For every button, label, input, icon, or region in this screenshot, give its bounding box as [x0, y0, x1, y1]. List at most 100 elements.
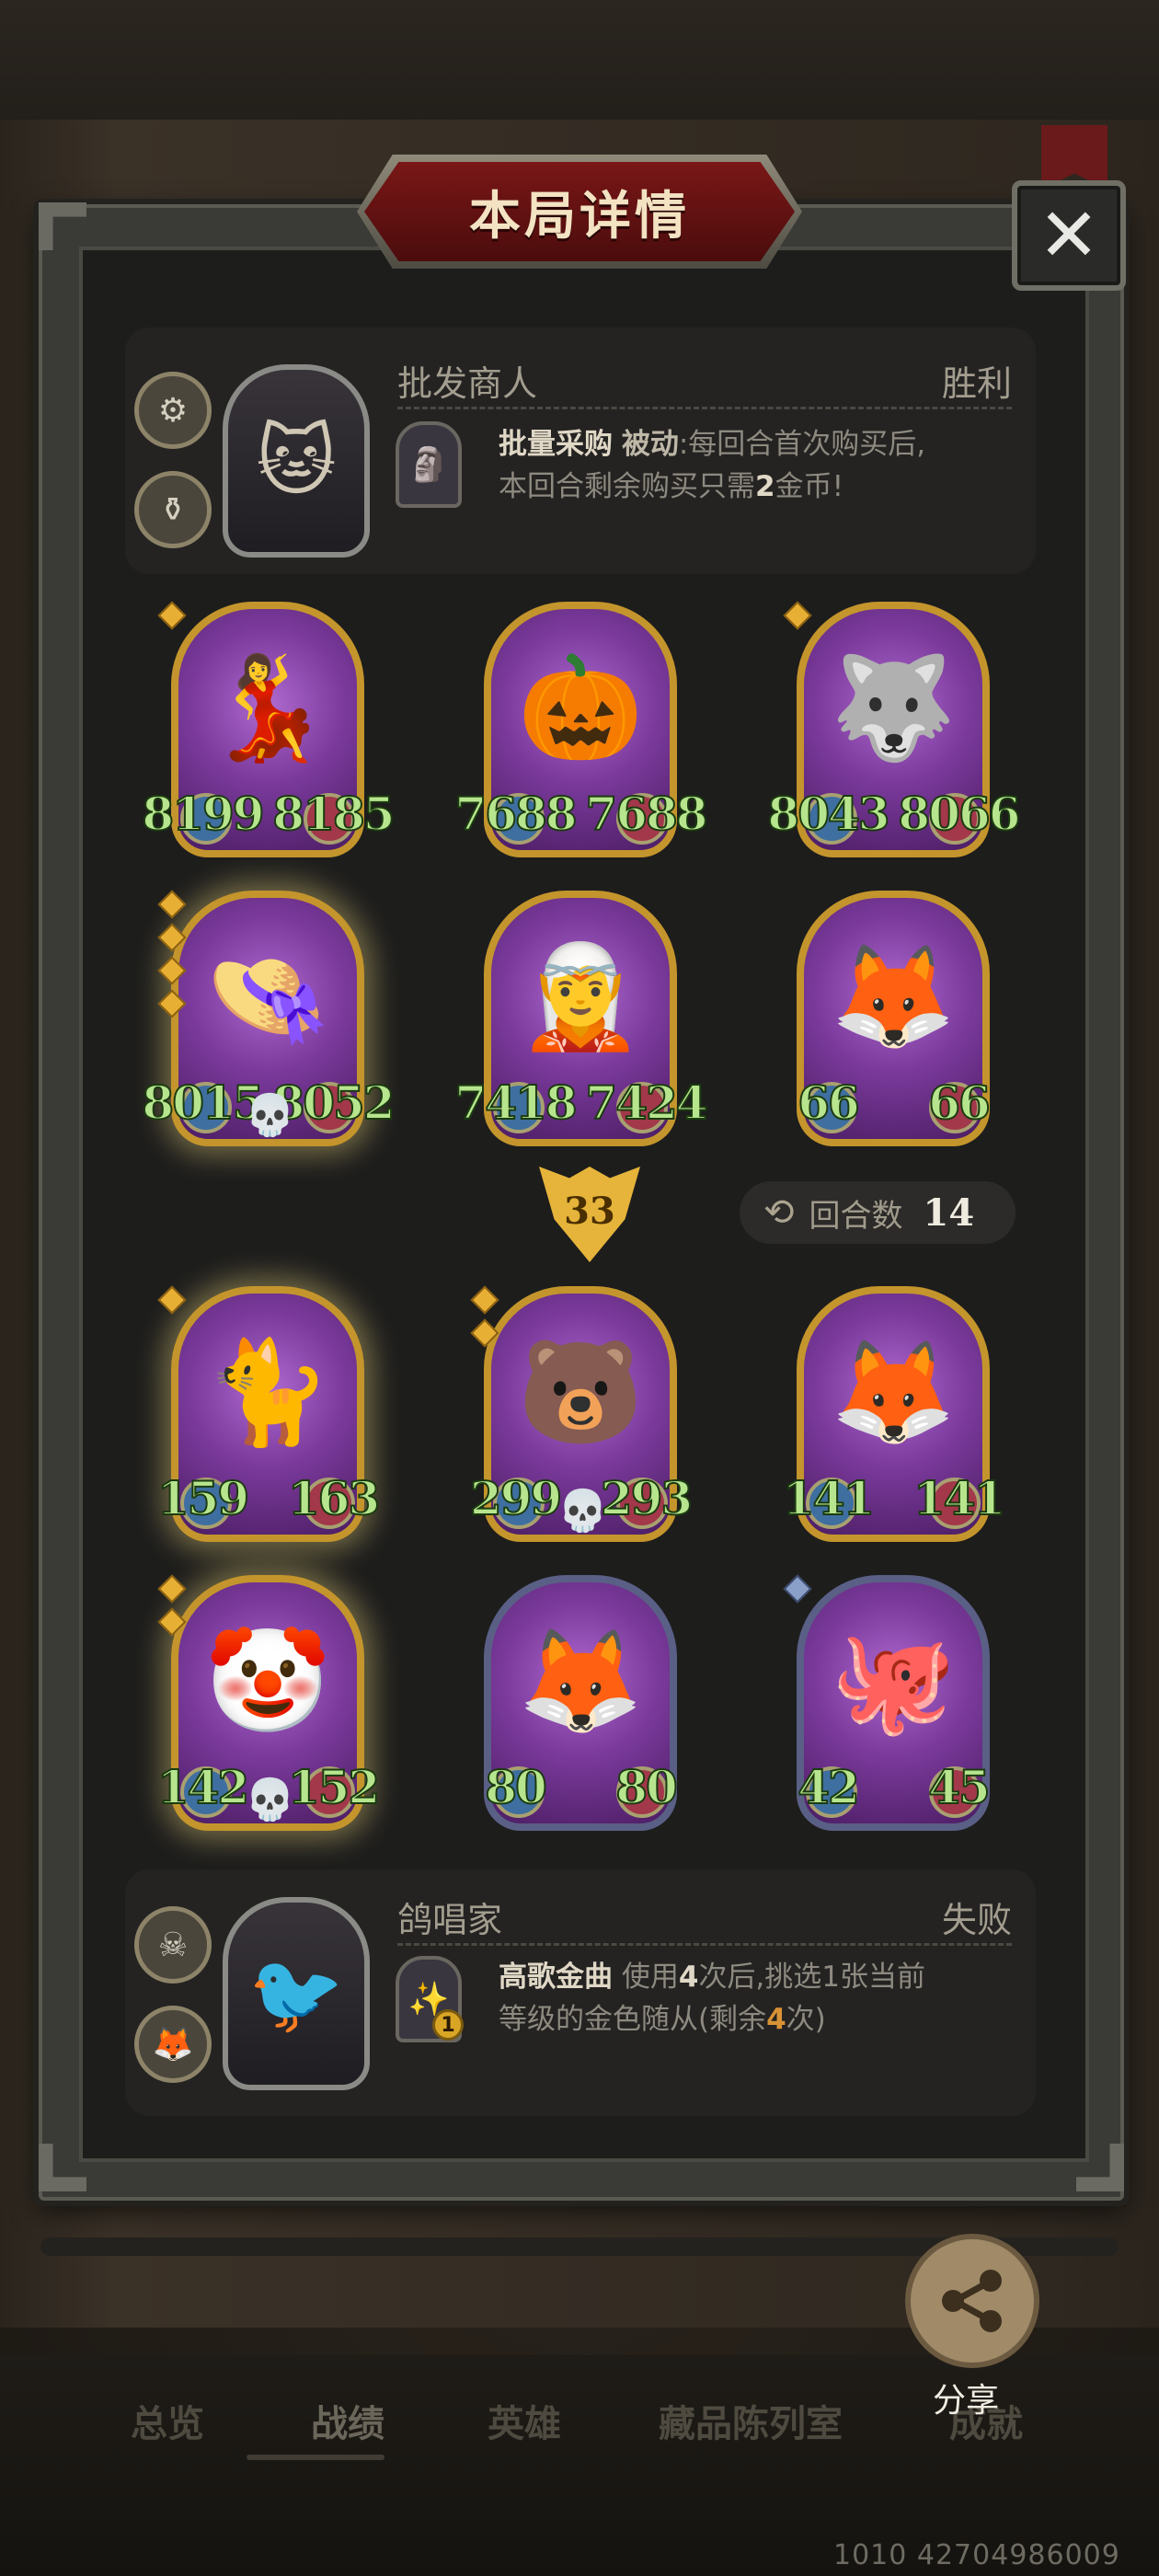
health-value: 7424 — [584, 1075, 708, 1131]
trinket-icon[interactable]: 🦊 — [134, 2006, 212, 2083]
minion-card[interactable]: 🤡 142 152 💀 — [156, 1574, 381, 1831]
minion-stars — [783, 1574, 812, 1612]
attack-value: 7418 — [453, 1075, 578, 1131]
skill-remaining: 4 — [766, 2003, 786, 2036]
skill-name: 高歌金曲 — [499, 1961, 613, 1994]
damage-value: 33 — [564, 1189, 615, 1233]
scarecrow-lady-icon: 👒 — [204, 937, 331, 1055]
attack-value: 159 — [156, 1470, 250, 1526]
attack-value: 42 — [797, 1759, 861, 1815]
attack-value: 66 — [797, 1075, 861, 1131]
share-icon — [942, 2270, 1002, 2332]
health-value: 8185 — [271, 786, 396, 842]
minion-card[interactable]: 🦊 66 66 — [797, 891, 992, 1146]
minion-card[interactable]: 🐈 159 163 — [156, 1285, 381, 1542]
minion-stars — [157, 1285, 187, 1323]
star-icon — [783, 601, 812, 630]
skull-icon: 💀 — [245, 1777, 295, 1823]
health-value: 8066 — [897, 786, 1021, 842]
minion-stars — [157, 1574, 187, 1645]
star-icon — [157, 923, 187, 952]
hero-power-icon[interactable]: ☠ — [134, 1906, 212, 1984]
hero-name: 批发商人 — [397, 363, 538, 404]
minion-card[interactable]: 💃 8199 8185 — [141, 601, 396, 857]
health-value: 45 — [927, 1759, 992, 1815]
minion-card[interactable]: 🦊 141 141 — [782, 1286, 1006, 1542]
elf-sorceress-icon: 🧝 — [517, 937, 644, 1055]
hero-name: 鸽唱家 — [397, 1900, 503, 1940]
star-icon — [157, 601, 187, 630]
hero-power-icon[interactable]: ⚙ — [134, 372, 212, 449]
close-button[interactable]: ✕ — [1012, 180, 1126, 291]
health-value: 80 — [614, 1759, 679, 1815]
round-counter: ⟲ 回合数 14 — [740, 1181, 1016, 1244]
fox-icon: 🦊 — [830, 937, 957, 1055]
star-icon — [470, 1285, 499, 1315]
minion-card[interactable]: 👒 8015 8052 💀 — [141, 890, 396, 1146]
round-label: 回合数 — [809, 1197, 903, 1235]
minion-stars — [783, 601, 812, 638]
star-icon — [157, 890, 187, 919]
match-result-loss: 失败 — [941, 1900, 1012, 1940]
minion-card[interactable]: 🎃 7688 7688 — [453, 602, 709, 857]
attack-value: 7688 — [453, 786, 578, 842]
tab-records[interactable]: 战绩 — [311, 2394, 384, 2447]
minion-card[interactable]: 🐻 299 293 💀 — [469, 1285, 694, 1542]
minion-stars — [470, 1285, 499, 1356]
minion-card[interactable]: 🧝 7418 7424 — [453, 891, 709, 1146]
active-tab-indicator — [247, 2455, 384, 2460]
star-icon — [157, 989, 187, 1018]
skull-icon: 💀 — [557, 1488, 608, 1535]
close-icon: ✕ — [1038, 192, 1100, 278]
trinket-icon[interactable]: ⚱ — [134, 471, 212, 548]
pumpkin-monster-icon: 🎃 — [517, 649, 644, 766]
wolf-bandit-icon: 🐺 — [830, 649, 957, 766]
skill-text-line1: :每回合首次购买后, — [678, 428, 926, 461]
skull-icon: 💀 — [245, 1092, 295, 1139]
skill-name: 批量采购 — [499, 428, 613, 461]
skill-text-line2-end: 次) — [786, 2003, 826, 2036]
hero-portrait-cat[interactable]: 🐱 — [223, 364, 370, 558]
octopus-pirate-icon: 🐙 — [830, 1622, 957, 1740]
pirate-cat-icon: 🐈 — [204, 1333, 331, 1451]
tab-overview[interactable]: 总览 — [131, 2394, 204, 2447]
star-icon — [157, 1574, 187, 1604]
page-title: 本局详情 — [469, 186, 690, 247]
footer-id: 1010 42704986009 — [833, 2539, 1120, 2571]
attack-value: 80 — [484, 1759, 548, 1815]
pink-lady-icon: 💃 — [204, 649, 331, 766]
bear-warrior-icon: 🐻 — [517, 1333, 644, 1451]
hero-portrait-pigeon[interactable]: 🐦 — [223, 1897, 370, 2090]
tab-collection[interactable]: 藏品陈列室 — [659, 2394, 843, 2447]
share-label: 分享 — [933, 2382, 1000, 2420]
title-banner: 本局详情 — [364, 162, 795, 261]
attack-value: 8199 — [141, 786, 265, 842]
star-icon — [157, 1607, 187, 1637]
hero-skill-description: 高歌金曲 使用4次后,挑选1张当前 等级的金色随从(剩余4次) — [499, 1956, 1023, 2041]
skill-number: 2 — [755, 470, 775, 503]
health-value: 141 — [912, 1470, 1006, 1526]
skill-text-line1: 使用 — [621, 1961, 679, 1994]
hero-skill-description: 批量采购 被动:每回合首次购买后, 本回合剩余购买只需2金币! — [499, 423, 1023, 508]
skill-text-line2: 等级的金色随从(剩余 — [499, 2003, 767, 2036]
minion-stars — [157, 601, 187, 638]
skill-text-line2: 本回合剩余购买只需 — [499, 470, 755, 503]
star-icon — [783, 1574, 812, 1604]
minion-card[interactable]: 🐺 8043 8066 — [766, 601, 1022, 857]
match-result-win: 胜利 — [941, 363, 1012, 404]
minion-card[interactable]: 🦊 80 80 — [484, 1575, 679, 1831]
clown-icon: 🤡 — [204, 1622, 331, 1740]
star-icon — [157, 956, 187, 985]
tab-heroes[interactable]: 英雄 — [488, 2394, 561, 2447]
round-value: 14 — [923, 1190, 975, 1235]
star-icon — [157, 1285, 187, 1315]
health-value: 7688 — [584, 786, 708, 842]
star-icon — [470, 1318, 499, 1348]
health-value: 163 — [287, 1470, 381, 1526]
fox-icon: 🦊 — [517, 1622, 644, 1740]
hero-skill-icon[interactable]: 🗿 — [396, 421, 462, 508]
share-button[interactable] — [905, 2234, 1039, 2368]
skill-text-line2-end: 金币! — [775, 470, 844, 503]
minion-card[interactable]: 🐙 42 45 — [783, 1574, 992, 1831]
fox-icon: 🦊 — [830, 1333, 957, 1451]
